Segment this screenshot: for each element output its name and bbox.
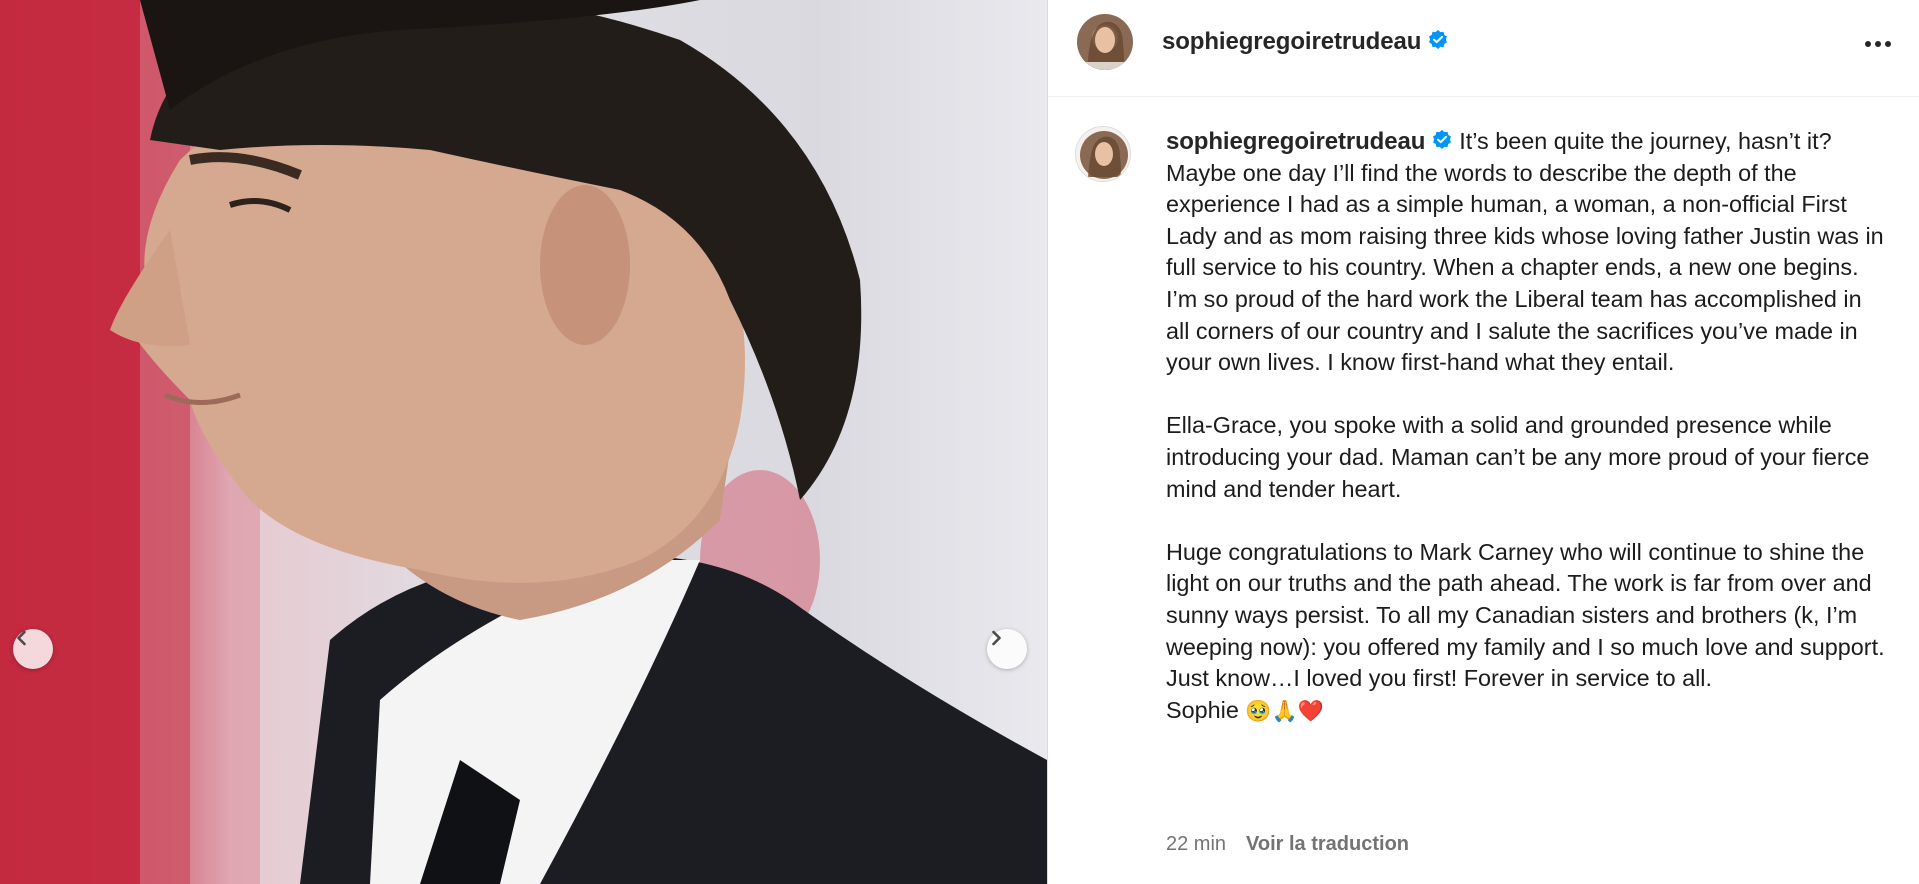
username[interactable]: sophiegregoiretrudeau bbox=[1162, 28, 1421, 55]
caption-first-line: It’s been quite the journey, hasn’t it? bbox=[1459, 128, 1832, 154]
avatar[interactable] bbox=[1075, 126, 1131, 182]
more-options-icon[interactable] bbox=[1860, 30, 1896, 58]
caption-signature: Sophie bbox=[1166, 696, 1239, 723]
caption-paragraph-3: Huge congratulations to Mark Carney who … bbox=[1166, 538, 1885, 692]
chevron-right-icon bbox=[992, 630, 1001, 646]
post-meta: 22 min Voir la traduction bbox=[1166, 833, 1409, 856]
carousel-previous-button[interactable] bbox=[13, 629, 53, 669]
post-caption: sophiegregoiretrudeau It’s been quite the… bbox=[1166, 126, 1886, 727]
post-side-panel: sophiegregoiretrudeau sophiegregoiretrud… bbox=[1047, 0, 1919, 884]
verified-badge-icon bbox=[1433, 129, 1452, 149]
translate-button[interactable]: Voir la traduction bbox=[1246, 833, 1409, 856]
timestamp[interactable]: 22 min bbox=[1166, 833, 1226, 856]
portrait-image bbox=[0, 0, 1047, 884]
post-photo bbox=[0, 0, 1047, 884]
verified-badge-icon bbox=[1429, 29, 1448, 49]
signature-emoji: 🥹🙏❤️ bbox=[1245, 699, 1324, 723]
caption-username[interactable]: sophiegregoiretrudeau bbox=[1166, 128, 1425, 155]
avatar[interactable] bbox=[1077, 14, 1133, 70]
post-header: sophiegregoiretrudeau bbox=[1048, 0, 1919, 97]
carousel-next-button[interactable] bbox=[987, 629, 1027, 669]
caption-paragraph-1: Maybe one day I’ll find the words to des… bbox=[1166, 159, 1884, 376]
chevron-left-icon bbox=[17, 630, 26, 646]
caption-paragraph-2: Ella-Grace, you spoke with a solid and g… bbox=[1166, 412, 1870, 502]
